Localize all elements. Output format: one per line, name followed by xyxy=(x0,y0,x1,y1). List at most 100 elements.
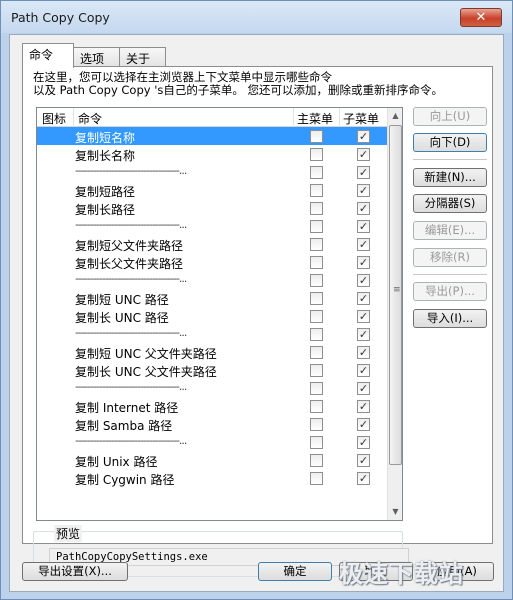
move-up-button[interactable]: 向上(U) xyxy=(413,107,487,126)
main-menu-checkbox[interactable] xyxy=(310,166,323,179)
sub-menu-checkbox[interactable]: ✓ xyxy=(357,310,370,323)
scrollbar-thumb[interactable]: ≡ xyxy=(389,125,402,465)
check-icon: ✓ xyxy=(358,130,369,143)
vertical-scrollbar[interactable]: ▲ ≡ ▼ xyxy=(387,108,402,520)
separator-row[interactable]: -----------------------------------... ✓ xyxy=(37,325,389,343)
check-icon: ✓ xyxy=(358,148,369,161)
check-icon: ✓ xyxy=(358,418,369,431)
sub-menu-checkbox[interactable]: ✓ xyxy=(357,184,370,197)
command-row[interactable]: 复制 Internet 路径 ✓ xyxy=(37,397,389,415)
close-button[interactable]: ✕ xyxy=(460,8,502,27)
sub-menu-checkbox[interactable]: ✓ xyxy=(357,364,370,377)
column-header-icon[interactable]: 图标 xyxy=(42,110,66,127)
window-title: Path Copy Copy xyxy=(11,10,110,25)
check-icon: ✓ xyxy=(358,472,369,485)
command-row[interactable]: 复制 Samba 路径 ✓ xyxy=(37,415,389,433)
main-menu-checkbox[interactable] xyxy=(310,400,323,413)
sub-menu-checkbox[interactable]: ✓ xyxy=(357,382,370,395)
check-icon: ✓ xyxy=(358,184,369,197)
main-menu-checkbox[interactable] xyxy=(310,130,323,143)
sub-menu-checkbox[interactable]: ✓ xyxy=(357,472,370,485)
sub-menu-checkbox[interactable]: ✓ xyxy=(357,130,370,143)
command-row[interactable]: 复制长父文件夹路径 ✓ xyxy=(37,253,389,271)
description-line-1: 在这里，您可以选择在主浏览器上下文菜单中显示哪些命令 xyxy=(33,70,332,84)
main-menu-checkbox[interactable] xyxy=(310,454,323,467)
check-icon: ✓ xyxy=(358,274,369,287)
command-row[interactable]: 复制 Unix 路径 ✓ xyxy=(37,451,389,469)
title-bar[interactable]: Path Copy Copy ✕ xyxy=(1,1,512,33)
sub-menu-checkbox[interactable]: ✓ xyxy=(357,274,370,287)
main-menu-checkbox[interactable] xyxy=(310,238,323,251)
column-header-command[interactable]: 命令 xyxy=(78,110,102,127)
sub-menu-checkbox[interactable]: ✓ xyxy=(357,166,370,179)
sub-menu-checkbox[interactable]: ✓ xyxy=(357,220,370,233)
main-menu-checkbox[interactable] xyxy=(310,148,323,161)
separator-line: -----------------------------------... xyxy=(75,434,187,447)
command-row[interactable]: 复制长 UNC 路径 ✓ xyxy=(37,307,389,325)
tab-commands[interactable]: 命令 xyxy=(22,43,74,68)
sub-menu-checkbox[interactable]: ✓ xyxy=(357,256,370,269)
main-menu-checkbox[interactable] xyxy=(310,184,323,197)
import-button[interactable]: 导入(I)... xyxy=(413,309,487,328)
column-divider xyxy=(293,108,294,127)
sub-menu-checkbox[interactable]: ✓ xyxy=(357,436,370,449)
new-button[interactable]: 新建(N)... xyxy=(413,168,487,187)
tab-about[interactable]: 关于 xyxy=(119,47,166,67)
remove-button[interactable]: 移除(R) xyxy=(413,248,487,267)
main-menu-checkbox[interactable] xyxy=(310,346,323,359)
main-menu-checkbox[interactable] xyxy=(310,328,323,341)
sub-menu-checkbox[interactable]: ✓ xyxy=(357,400,370,413)
sub-menu-checkbox[interactable]: ✓ xyxy=(357,346,370,359)
command-row[interactable]: 复制短名称 ✓ xyxy=(37,127,389,145)
command-row[interactable]: 复制长路径 ✓ xyxy=(37,199,389,217)
export-settings-button[interactable]: 导出设置(X)... xyxy=(22,562,128,581)
separator-row[interactable]: -----------------------------------... ✓ xyxy=(37,379,389,397)
command-row[interactable]: 复制短 UNC 路径 ✓ xyxy=(37,289,389,307)
commands-list[interactable]: 图标 命令 主菜单 子菜单 复制短名称 ✓ 复制长名称 ✓ --------------… xyxy=(36,107,403,521)
ok-button[interactable]: 确定 xyxy=(258,562,332,581)
command-row[interactable]: 复制短路径 ✓ xyxy=(37,181,389,199)
sub-menu-checkbox[interactable]: ✓ xyxy=(357,148,370,161)
separator-row[interactable]: -----------------------------------... ✓ xyxy=(37,433,389,451)
sub-menu-checkbox[interactable]: ✓ xyxy=(357,454,370,467)
main-menu-checkbox[interactable] xyxy=(310,418,323,431)
main-menu-checkbox[interactable] xyxy=(310,202,323,215)
command-label: 复制短 UNC 路径 xyxy=(75,293,169,307)
column-header-sub-menu[interactable]: 子菜单 xyxy=(343,110,379,127)
scroll-down-icon[interactable]: ▼ xyxy=(388,504,402,520)
main-menu-checkbox[interactable] xyxy=(310,382,323,395)
separator-row[interactable]: -----------------------------------... ✓ xyxy=(37,163,389,181)
main-menu-checkbox[interactable] xyxy=(310,220,323,233)
sub-menu-checkbox[interactable]: ✓ xyxy=(357,292,370,305)
check-icon: ✓ xyxy=(358,310,369,323)
command-row[interactable]: 复制短 UNC 父文件夹路径 ✓ xyxy=(37,343,389,361)
command-row[interactable]: 复制短父文件夹路径 ✓ xyxy=(37,235,389,253)
sub-menu-checkbox[interactable]: ✓ xyxy=(357,328,370,341)
main-menu-checkbox[interactable] xyxy=(310,364,323,377)
command-row[interactable]: 复制长名称 ✓ xyxy=(37,145,389,163)
main-menu-checkbox[interactable] xyxy=(310,310,323,323)
check-icon: ✓ xyxy=(358,238,369,251)
sub-menu-checkbox[interactable]: ✓ xyxy=(357,202,370,215)
sub-menu-checkbox[interactable]: ✓ xyxy=(357,238,370,251)
move-down-button[interactable]: 向下(D) xyxy=(413,133,487,152)
main-menu-checkbox[interactable] xyxy=(310,256,323,269)
tab-options[interactable]: 选项 xyxy=(73,47,120,67)
separator-row[interactable]: -----------------------------------... ✓ xyxy=(37,271,389,289)
command-row[interactable]: 复制 Cygwin 路径 ✓ xyxy=(37,469,389,487)
main-menu-checkbox[interactable] xyxy=(310,436,323,449)
column-header-main-menu[interactable]: 主菜单 xyxy=(297,110,333,127)
command-row[interactable]: 复制长 UNC 父文件夹路径 ✓ xyxy=(37,361,389,379)
check-icon: ✓ xyxy=(358,202,369,215)
main-menu-checkbox[interactable] xyxy=(310,292,323,305)
separator-row[interactable]: -----------------------------------... ✓ xyxy=(37,217,389,235)
scroll-up-icon[interactable]: ▲ xyxy=(388,108,402,124)
export-button[interactable]: 导出(P)... xyxy=(413,282,487,301)
main-menu-checkbox[interactable] xyxy=(310,472,323,485)
sub-menu-checkbox[interactable]: ✓ xyxy=(357,418,370,431)
main-menu-checkbox[interactable] xyxy=(310,274,323,287)
command-label: 复制长路径 xyxy=(75,203,136,217)
edit-button[interactable]: 编辑(E)... xyxy=(413,221,487,240)
description-line-2: 以及 Path Copy Copy 's自己的子菜单。 您还可以添加，删除或重新… xyxy=(33,83,444,97)
separator-button[interactable]: 分隔器(S) xyxy=(413,194,487,213)
